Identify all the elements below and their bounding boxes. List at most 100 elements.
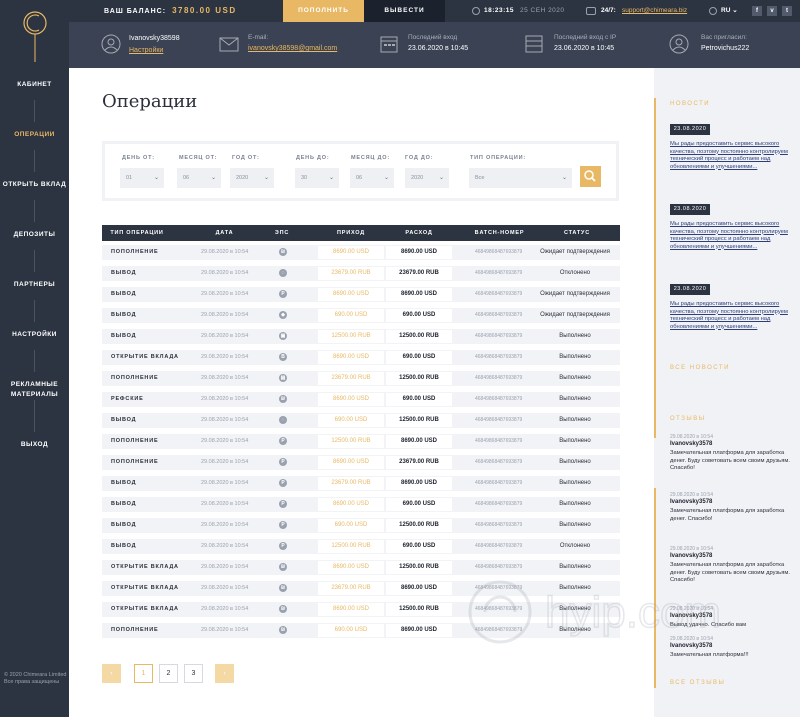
row-income: 690.00 USD <box>318 414 384 427</box>
row-batch: 46849868487693879 <box>475 270 523 276</box>
sidebar-item[interactable]: НАСТРОЙКИ <box>0 330 69 340</box>
year-from-select[interactable]: 2020 ⌄ <box>230 168 274 188</box>
payment-system-icon: ₪ <box>279 584 287 592</box>
mail-icon <box>219 37 239 52</box>
row-batch: 46849868487693879 <box>475 375 523 381</box>
news-item-link[interactable]: Мы рады предоставить сервис высокого кач… <box>670 221 800 251</box>
filter-panel: ДЕНЬ ОТ: 01 ⌄ МЕСЯЦ ОТ: 06 ⌄ ГОД ОТ: 2020 ⌄… <box>102 141 619 201</box>
year-to-select[interactable]: 2020 ⌄ <box>405 168 449 188</box>
review-date: 29.08.2020 в 10:54 <box>670 546 713 552</box>
row-status: Выполнено <box>559 459 591 465</box>
th-in: ПРИХОД <box>336 230 366 236</box>
row-expense: 690.00 USD <box>386 351 452 364</box>
telegram-icon[interactable]: t <box>782 6 792 16</box>
email-value[interactable]: ivanovsky38598@gmail.com <box>248 45 337 52</box>
balance-display: ВАШ БАЛАНС: 3780.00 USD <box>69 0 283 22</box>
row-type: ПОПОЛНЕНИЕ <box>111 459 159 465</box>
news-item-link[interactable]: Мы рады предоставить сервис высокого кач… <box>670 301 800 331</box>
row-batch: 46849868487693879 <box>475 354 523 360</box>
sidebar-item[interactable]: ДЕПОЗИТЫ <box>0 230 69 240</box>
month-to-select[interactable]: 06 ⌄ <box>350 168 394 188</box>
day-to-select[interactable]: 30 ⌄ <box>295 168 339 188</box>
payment-system-icon: B <box>279 353 287 361</box>
row-date: 29.08.2020 в 10:54 <box>201 606 249 612</box>
pagination-page-1[interactable]: 1 <box>134 664 153 683</box>
row-batch: 46849868487693879 <box>475 249 523 255</box>
current-date: 25 СЕН 2020 <box>520 7 565 14</box>
sidebar-item[interactable]: ОТКРЫТЬ ВКЛАД <box>0 180 69 190</box>
row-type: ВЫВОД <box>111 417 137 423</box>
type-value: Все <box>475 175 485 181</box>
day-from-select[interactable]: 01 ⌄ <box>120 168 164 188</box>
balance-value: 3780.00 USD <box>172 6 237 15</box>
invite-icon <box>669 34 689 54</box>
row-income: 8690.00 USD <box>318 498 384 511</box>
row-type: ВЫВОД <box>111 312 137 318</box>
row-expense: 690.00 USD <box>386 393 452 406</box>
row-type: ПОПОЛНЕНИЕ <box>111 249 159 255</box>
all-reviews-link[interactable]: ВСЕ ОТЗЫВЫ <box>670 680 725 686</box>
row-income: 8690.00 USD <box>318 561 384 574</box>
user-icon <box>101 34 121 54</box>
review-author: Ivanovsky3578 <box>670 441 713 447</box>
row-batch: 46849868487693879 <box>475 480 523 486</box>
month-from-select[interactable]: 06 ⌄ <box>177 168 221 188</box>
row-type: ВЫВОД <box>111 333 137 339</box>
sidebar-item[interactable]: ВЫХОД <box>0 440 69 450</box>
pagination-next-button[interactable]: › <box>215 664 234 683</box>
pagination-prev-button[interactable]: ‹ <box>102 664 121 683</box>
row-date: 29.08.2020 в 10:54 <box>201 249 249 255</box>
chevron-down-icon: ⌄ <box>328 175 334 181</box>
sidebar-item[interactable]: КАБИНЕТ <box>0 80 69 90</box>
row-type: ОТКРЫТИЕ ВКЛАДА <box>111 564 179 570</box>
search-button[interactable] <box>580 166 601 187</box>
server-icon <box>525 35 543 53</box>
row-type: ВЫВОД <box>111 543 137 549</box>
row-date: 29.08.2020 в 10:54 <box>201 459 249 465</box>
language-select[interactable]: RU ⌄ <box>721 0 738 22</box>
all-news-link[interactable]: ВСЕ НОВОСТИ <box>670 365 730 371</box>
review-text: Замечательная платформа!!! <box>670 652 749 658</box>
settings-link[interactable]: Настройки <box>129 47 163 54</box>
month-to-value: 06 <box>356 175 363 181</box>
deposit-button[interactable]: ПОПОЛНИТЬ <box>283 0 364 22</box>
payment-system-icon: ◌ <box>279 269 287 277</box>
news-item-link[interactable]: Мы рады предоставить сервис высокого кач… <box>670 141 800 171</box>
news-date: 23.08.2020 <box>670 284 710 295</box>
app: КАБИНЕТ ОПЕРАЦИИ ОТКРЫТЬ ВКЛАД ДЕПОЗИТЫ ПАРТ… <box>0 0 800 717</box>
row-batch: 46849868487693879 <box>475 312 523 318</box>
review-author: Ivanovsky3578 <box>670 553 713 559</box>
row-date: 29.08.2020 в 10:54 <box>201 438 249 444</box>
day-from-value: 01 <box>126 175 133 181</box>
sidebar-item[interactable]: ПАРТНЕРЫ <box>0 280 69 290</box>
clock-icon <box>472 7 480 15</box>
row-status: Выполнено <box>559 396 591 402</box>
facebook-icon[interactable]: f <box>752 6 762 16</box>
sidebar-item[interactable]: ОПЕРАЦИИ <box>0 130 69 140</box>
table-row: ВЫВОД 29.08.2020 в 10:54 ▣ 12500.00 RUB 1250… <box>102 329 620 344</box>
vk-icon[interactable]: v <box>767 6 777 16</box>
row-batch: 46849868487693879 <box>475 417 523 423</box>
watermark-text: hyip.com <box>545 588 721 637</box>
th-eps: ЭПС <box>274 230 290 236</box>
support-email-link[interactable]: support@chimeara.biz <box>622 0 687 22</box>
payment-system-icon: ₪ <box>279 605 287 613</box>
logo-icon[interactable] <box>20 8 50 62</box>
search-icon <box>584 170 596 182</box>
withdraw-button[interactable]: ВЫВЕСТИ <box>364 0 445 22</box>
chevron-down-icon: ⌄ <box>438 175 444 181</box>
pagination-page-3[interactable]: 3 <box>184 664 203 683</box>
watermark: hyip.com <box>468 580 722 644</box>
sidebar-divider <box>34 300 35 322</box>
username: Ivanovsky38598 <box>129 35 180 42</box>
sidebar-item[interactable]: РЕКЛАМНЫЕ МАТЕРИАЛЫ <box>0 380 69 400</box>
payment-system-icon: ₪ <box>279 626 287 634</box>
type-select[interactable]: Все ⌄ <box>469 168 572 188</box>
row-date: 29.08.2020 в 10:54 <box>201 501 249 507</box>
chat-icon <box>586 7 596 15</box>
last-ip-value: 23.06.2020 в 10:45 <box>554 45 615 52</box>
pagination-page-2[interactable]: 2 <box>159 664 178 683</box>
row-income: 8690.00 USD <box>318 393 384 406</box>
row-batch: 46849868487693879 <box>475 459 523 465</box>
sidebar: КАБИНЕТ ОПЕРАЦИИ ОТКРЫТЬ ВКЛАД ДЕПОЗИТЫ ПАРТ… <box>0 0 69 717</box>
